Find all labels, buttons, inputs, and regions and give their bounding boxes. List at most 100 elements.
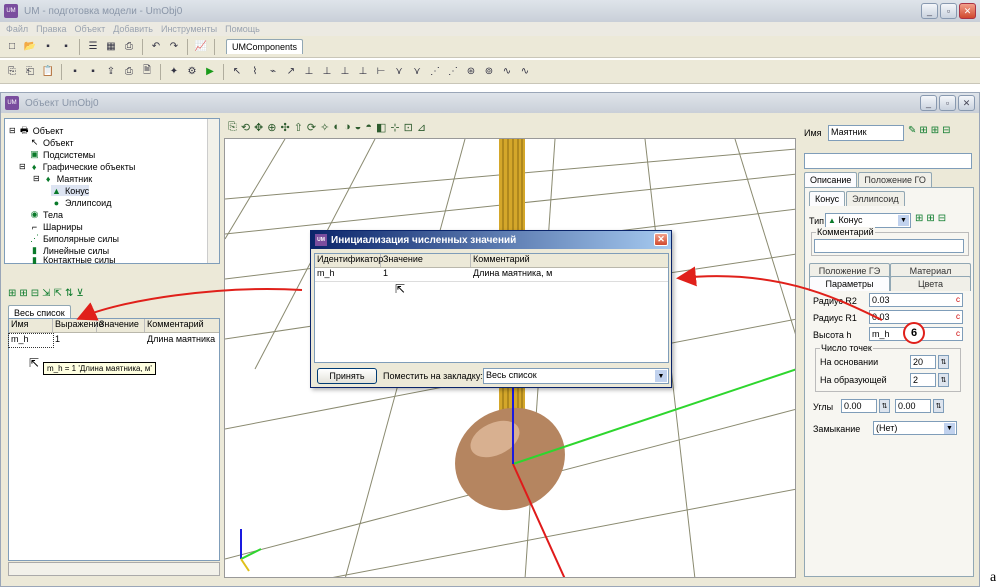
add-element2-icon[interactable]: ⊞: [931, 125, 939, 136]
table-row[interactable]: m_h 1 Длина маятника: [8, 333, 219, 348]
menu-edit[interactable]: Правка: [36, 24, 66, 34]
view-color-icon[interactable]: ◧: [376, 121, 386, 134]
menu-tools[interactable]: Инструменты: [161, 24, 217, 34]
linear-force-icon[interactable]: ⋎: [409, 64, 425, 80]
bipolar-icon[interactable]: ⋎: [391, 64, 407, 80]
maximize-button[interactable]: ▫: [940, 3, 957, 19]
sort-icon[interactable]: ⇅: [65, 288, 73, 299]
object-close-button[interactable]: ✕: [958, 95, 975, 111]
tree-item-object[interactable]: ↖ Объект: [29, 137, 74, 148]
damper-icon[interactable]: ⌁: [265, 64, 281, 80]
remove-cone-icon[interactable]: ⊟: [938, 213, 946, 224]
tab-ellipsoid[interactable]: Эллипсоид: [846, 191, 905, 206]
view-measure-icon[interactable]: ⊿: [417, 121, 426, 134]
col-dialog-comment[interactable]: Комментарий: [471, 254, 668, 267]
grid-icon[interactable]: ▦: [103, 39, 119, 55]
view-light-icon[interactable]: ✧: [320, 121, 329, 134]
menu-file[interactable]: Файл: [6, 24, 28, 34]
view-copy-icon[interactable]: ⎘: [228, 121, 237, 134]
add-cone2-icon[interactable]: ⊞: [926, 213, 934, 224]
tree-item-root[interactable]: ⊟ 🖶 Объект: [9, 125, 63, 136]
chevron-down-icon[interactable]: ▼: [655, 370, 667, 382]
generatrix-spinner[interactable]: ⇅: [938, 373, 949, 387]
menu-object[interactable]: Объект: [75, 24, 106, 34]
menu-help[interactable]: Помощь: [225, 24, 260, 34]
name-field[interactable]: Маятник: [828, 125, 904, 141]
view-zoom-icon[interactable]: ⊕: [267, 121, 276, 134]
tree-item-pendulum[interactable]: ⊟ ♦ Маятник: [33, 173, 92, 184]
view-up-icon[interactable]: ⇧: [294, 121, 303, 134]
table-row[interactable]: m_h 1 Длина маятника, м: [315, 268, 668, 282]
base-spinner[interactable]: ⇅: [938, 355, 949, 369]
import-icon[interactable]: ⇲: [42, 288, 50, 299]
tree-item-linear[interactable]: ▮ Линейные силы: [29, 245, 109, 256]
run-icon[interactable]: ▶: [202, 64, 218, 80]
tree-item-contact[interactable]: ▮ Контактные силы: [29, 256, 116, 264]
view-axes-icon[interactable]: ⊹: [390, 121, 399, 134]
tree-item-bodies[interactable]: ◉ Тела: [29, 209, 63, 220]
type-select[interactable]: ▲ Конус ▼: [825, 213, 911, 228]
tab-description[interactable]: Описание: [804, 172, 858, 187]
variables-hscrollbar[interactable]: [8, 562, 220, 576]
view-move-icon[interactable]: ✥: [254, 121, 263, 134]
close-button[interactable]: ✕: [959, 3, 976, 19]
delete-variable-icon[interactable]: ⊟: [31, 288, 39, 299]
bushing-icon[interactable]: ⊛: [463, 64, 479, 80]
list-icon[interactable]: ☰: [85, 39, 101, 55]
tab-umcomponents[interactable]: UMComponents: [226, 39, 304, 54]
track-icon[interactable]: ∿: [517, 64, 533, 80]
object-maximize-button[interactable]: ▫: [939, 95, 956, 111]
tab-go-position[interactable]: Положение ГО: [858, 172, 932, 187]
closure-select[interactable]: (Нет) ▼: [873, 421, 957, 435]
angle2-spinner[interactable]: ⇅: [933, 399, 944, 413]
filter-icon[interactable]: ⊻: [76, 288, 83, 299]
view-orbit-icon[interactable]: ⟳: [307, 121, 316, 134]
tree-item-ellipsoid[interactable]: ● Эллипсоид: [51, 197, 112, 208]
add-element-icon[interactable]: ⊞: [919, 125, 927, 136]
tree-item-graphics[interactable]: ⊟ ♦ Графические объекты: [19, 161, 135, 172]
generatrix-field[interactable]: 2: [910, 373, 936, 387]
chart-icon[interactable]: 📈: [193, 39, 209, 55]
base-field[interactable]: 20: [910, 355, 936, 369]
object-minimize-button[interactable]: _: [920, 95, 937, 111]
clipboard-icon[interactable]: 📋: [40, 64, 56, 80]
scalar-icon[interactable]: ⋰: [445, 64, 461, 80]
brush-icon[interactable]: ✎: [908, 125, 916, 136]
save-all-icon[interactable]: ▪: [58, 39, 74, 55]
tree-scrollbar[interactable]: [207, 119, 219, 263]
col-name[interactable]: Имя: [9, 319, 53, 332]
tree-item-bipolar[interactable]: ⋰ Биполярные силы: [29, 233, 119, 244]
save-as-icon[interactable]: ▪: [85, 64, 101, 80]
sensor-icon[interactable]: ⊚: [481, 64, 497, 80]
bracket-icon[interactable]: ⊢: [373, 64, 389, 80]
joint-2-icon[interactable]: ⊥: [319, 64, 335, 80]
tree-item-joints[interactable]: ⌐ Шарниры: [29, 221, 83, 232]
view-render-1-icon[interactable]: ◐: [333, 121, 340, 133]
save-model-icon[interactable]: ▪: [67, 64, 83, 80]
wizard-icon[interactable]: ✦: [166, 64, 182, 80]
view-rotate-icon[interactable]: ⟲: [241, 121, 250, 134]
add-group-icon[interactable]: ⊞: [19, 288, 27, 299]
undo-icon[interactable]: ↶: [148, 39, 164, 55]
joint-4-icon[interactable]: ⊥: [355, 64, 371, 80]
radius-r2-field[interactable]: 0.03 c: [869, 293, 963, 307]
export-list-icon[interactable]: ⇱: [54, 288, 62, 299]
copy-icon[interactable]: ⎘: [4, 64, 20, 80]
col-dialog-value[interactable]: Значение: [381, 254, 471, 267]
view-render-2-icon[interactable]: ◑: [344, 121, 351, 133]
spring-icon[interactable]: ⌇: [247, 64, 263, 80]
dialog-close-button[interactable]: ✕: [654, 233, 668, 246]
angle2-field[interactable]: 0.00: [895, 399, 931, 413]
tree-item-cone[interactable]: ▲ Конус: [51, 185, 90, 196]
col-identifier[interactable]: Идентификатор: [315, 254, 383, 267]
view-render-4-icon[interactable]: ◓: [365, 121, 372, 133]
force-icon[interactable]: ↗: [283, 64, 299, 80]
export-icon[interactable]: ⇪: [103, 64, 119, 80]
menu-add[interactable]: Добавить: [113, 24, 153, 34]
minimize-button[interactable]: _: [921, 3, 938, 19]
description-field[interactable]: [804, 153, 972, 169]
tree-item-subsystems[interactable]: ▣ Подсистемы: [29, 149, 95, 160]
paste-icon[interactable]: ⎗: [22, 64, 38, 80]
print-icon[interactable]: ⎙: [121, 39, 137, 55]
view-pan-icon[interactable]: ✣: [280, 121, 289, 134]
